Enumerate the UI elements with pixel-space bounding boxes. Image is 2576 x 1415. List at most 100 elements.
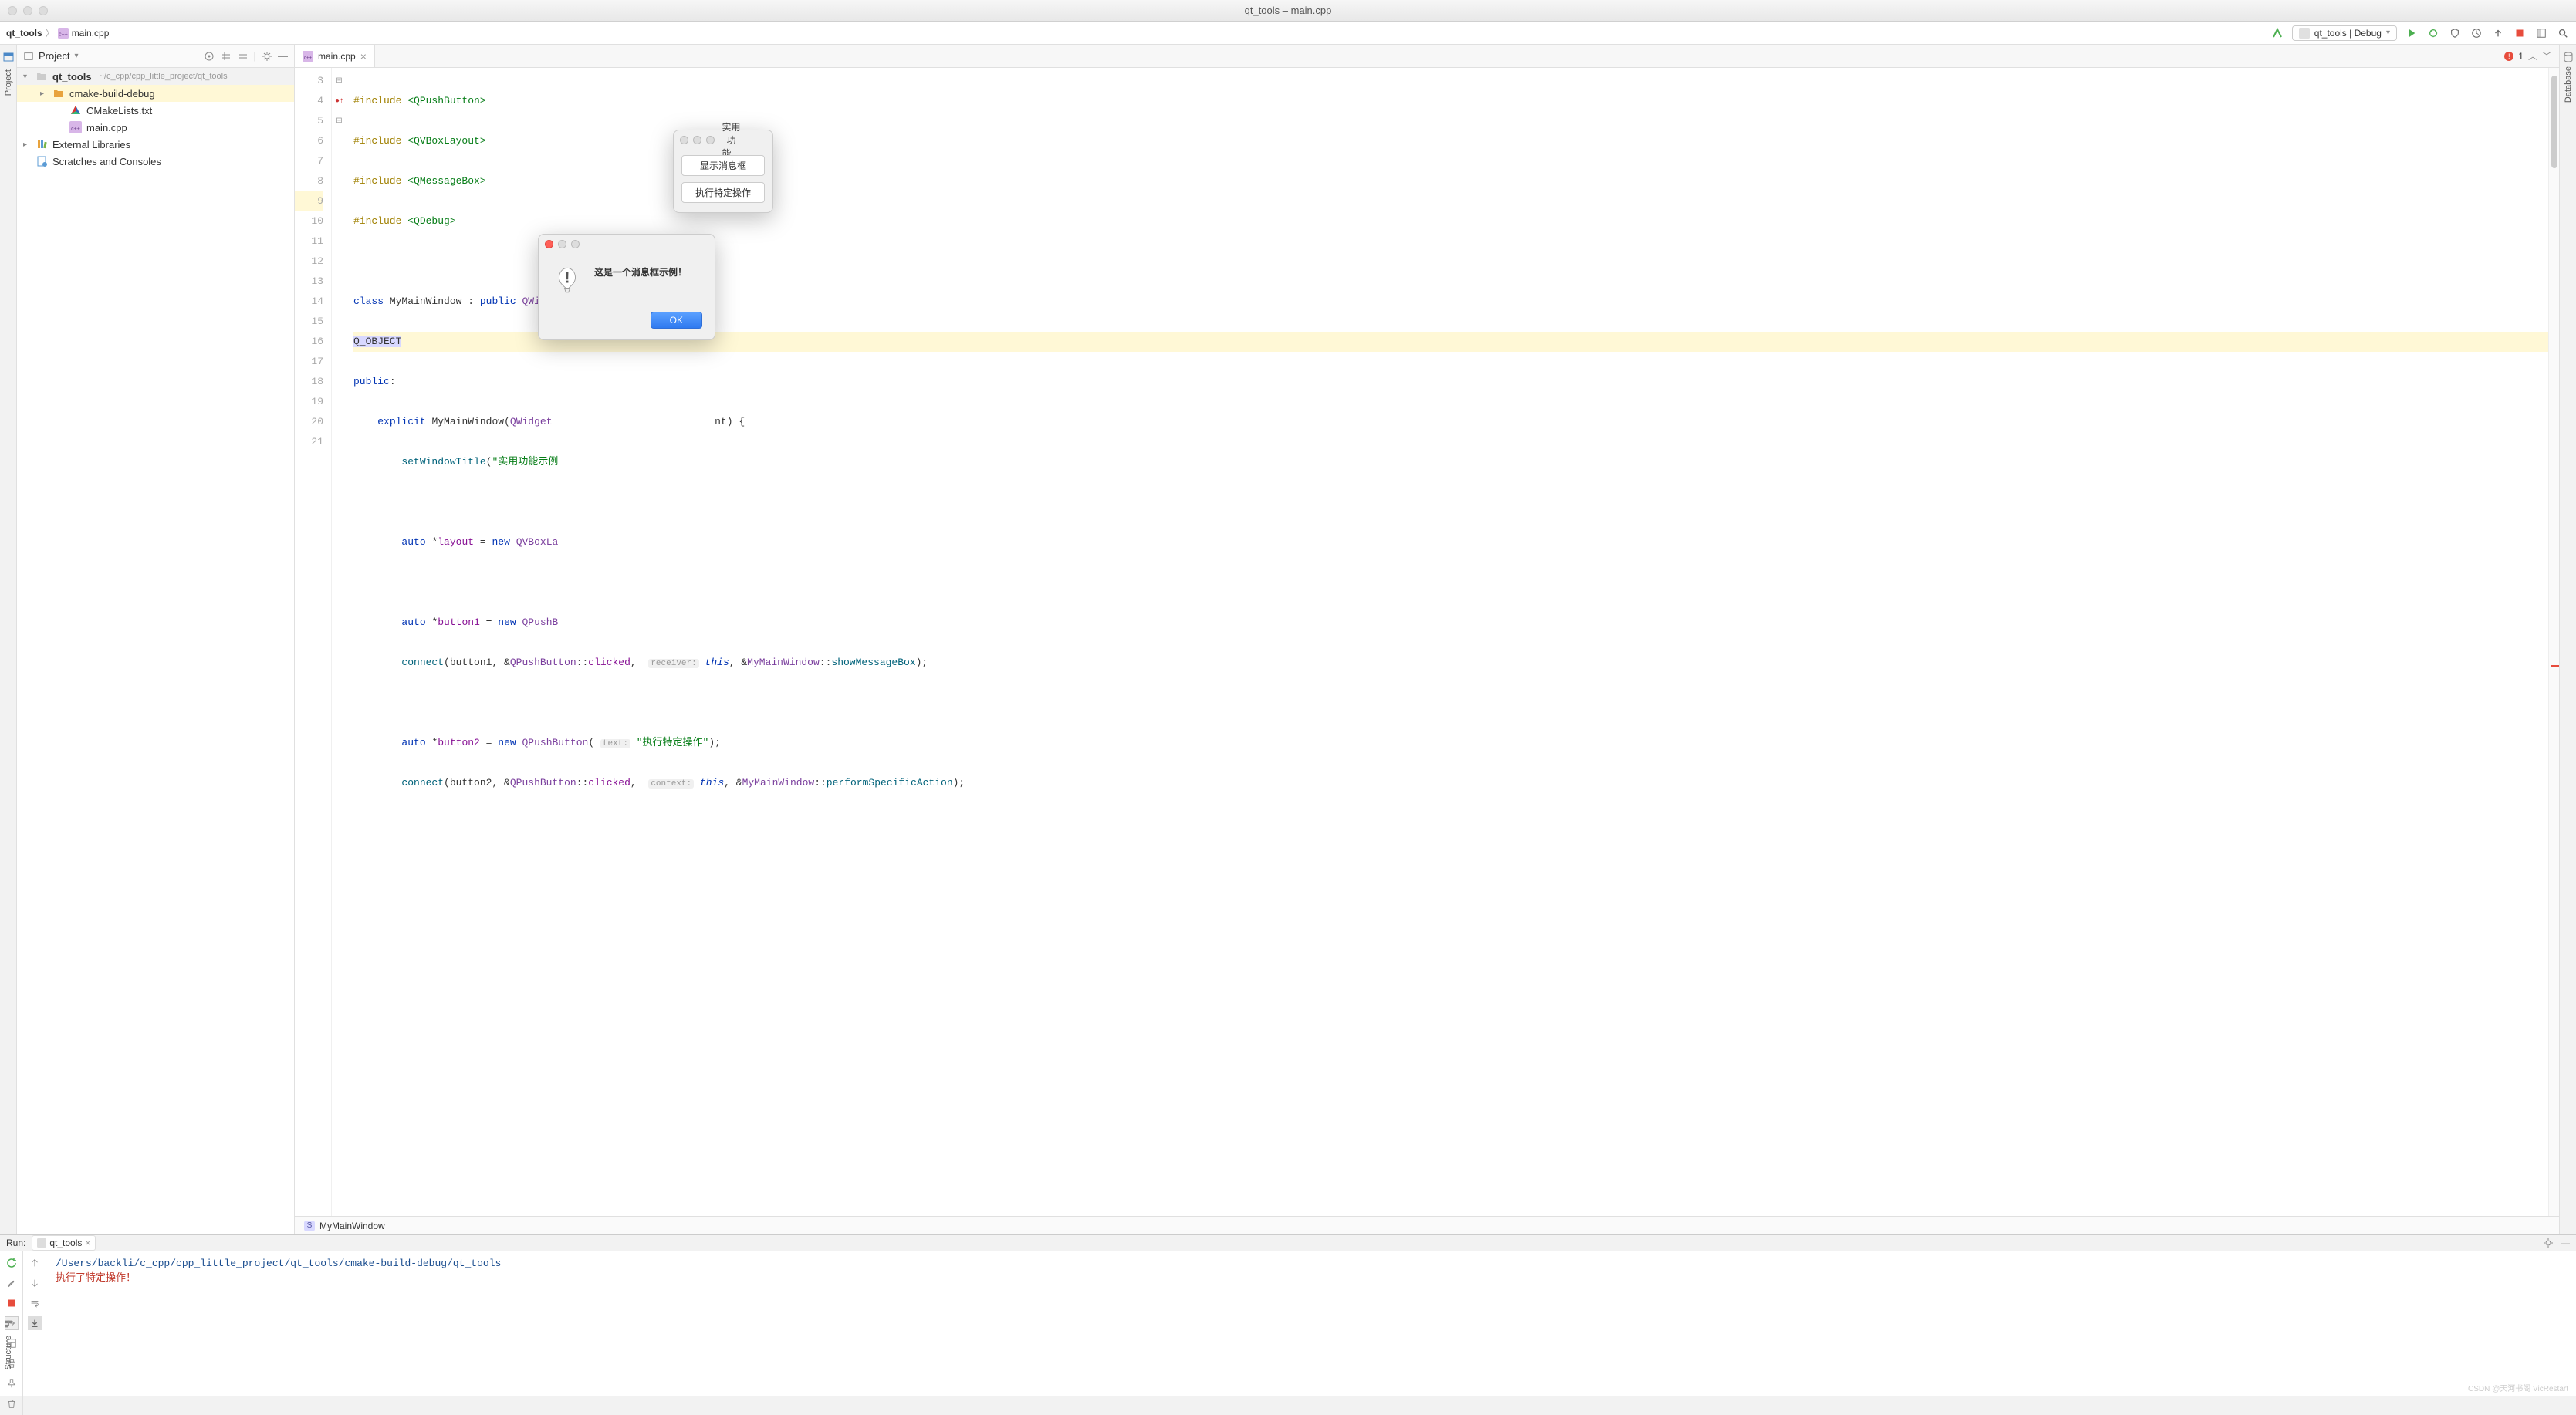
qt-msg-titlebar[interactable] bbox=[539, 235, 715, 253]
run-icon[interactable] bbox=[2405, 26, 2419, 40]
chevron-right-icon: ▸ bbox=[40, 89, 48, 98]
qt-close-icon[interactable] bbox=[545, 240, 553, 248]
tree-item-label: CMakeLists.txt bbox=[86, 105, 152, 117]
wrench-icon[interactable] bbox=[5, 1276, 19, 1290]
gear-icon[interactable] bbox=[2542, 1237, 2554, 1249]
run-tab[interactable]: qt_tools × bbox=[32, 1235, 96, 1251]
error-count: 1 bbox=[2518, 51, 2524, 62]
structure-tool-button[interactable]: Structure bbox=[4, 1332, 13, 1373]
tree-item-cmakelists[interactable]: CMakeLists.txt bbox=[17, 102, 294, 119]
project-tool-icon[interactable] bbox=[2, 51, 15, 63]
qt-message-box[interactable]: ! 这是一个消息框示例！ OK bbox=[538, 234, 715, 340]
expand-all-icon[interactable] bbox=[220, 50, 232, 62]
qt-app-window[interactable]: 实用功能… 显示消息框 执行特定操作 bbox=[673, 130, 773, 213]
run-label: Run: bbox=[6, 1238, 25, 1248]
inspection-indicator[interactable]: ! 1 ︿ ﹀ bbox=[2497, 49, 2559, 62]
editor-body[interactable]: 345678 9 101112131415 161718192021 ⊟ ●↑ … bbox=[295, 68, 2559, 1216]
run-config-label: qt_tools | Debug bbox=[2314, 28, 2382, 39]
rerun-icon[interactable] bbox=[5, 1256, 19, 1270]
show-message-button[interactable]: 显示消息框 bbox=[681, 155, 765, 176]
folder-icon bbox=[52, 87, 65, 100]
qt-app-title: 实用功能… bbox=[719, 120, 743, 160]
scratches-icon bbox=[35, 155, 48, 167]
layout-icon[interactable] bbox=[2534, 26, 2548, 40]
run-console[interactable]: /Users/backli/c_cpp/cpp_little_project/q… bbox=[46, 1251, 2576, 1415]
soft-wrap-icon[interactable] bbox=[28, 1296, 42, 1310]
run-toolbar-secondary bbox=[23, 1251, 46, 1415]
breadcrumb-file[interactable]: main.cpp bbox=[72, 28, 110, 39]
cpp-file-icon: c++ bbox=[58, 28, 69, 39]
qt-min-icon[interactable] bbox=[693, 136, 701, 144]
qt-app-titlebar[interactable]: 实用功能… bbox=[674, 130, 772, 149]
tree-root-name: qt_tools bbox=[52, 71, 92, 83]
gear-icon[interactable] bbox=[261, 50, 273, 62]
breadcrumb: qt_tools 〉 c++ main.cpp bbox=[6, 26, 109, 39]
down-icon[interactable] bbox=[28, 1276, 42, 1290]
stop-icon[interactable] bbox=[2513, 26, 2527, 40]
qt-close-icon[interactable] bbox=[680, 136, 688, 144]
struct-name[interactable]: MyMainWindow bbox=[319, 1221, 385, 1231]
debug-icon[interactable] bbox=[2426, 26, 2440, 40]
tree-external-libraries[interactable]: ▸ External Libraries bbox=[17, 136, 294, 153]
prev-error-icon[interactable]: ︿ bbox=[2528, 49, 2537, 62]
scrollbar-thumb[interactable] bbox=[2551, 76, 2557, 168]
project-tool-button[interactable]: Project bbox=[4, 66, 13, 99]
build-icon[interactable] bbox=[2270, 26, 2284, 40]
traffic-light-max[interactable] bbox=[39, 6, 48, 15]
console-output: 执行了特定操作！ bbox=[56, 1269, 2567, 1284]
traffic-light-close[interactable] bbox=[8, 6, 17, 15]
attach-icon[interactable] bbox=[2491, 26, 2505, 40]
project-view-icon bbox=[23, 51, 34, 62]
project-panel: Project ▾ | — ▾ qt_tools ~/c_cpp/cpp_lit… bbox=[17, 45, 295, 1234]
project-panel-title[interactable]: Project bbox=[39, 50, 69, 62]
tree-item-label: main.cpp bbox=[86, 122, 127, 133]
run-configuration-selector[interactable]: qt_tools | Debug ▾ bbox=[2292, 25, 2397, 41]
up-icon[interactable] bbox=[28, 1256, 42, 1270]
editor-tab-main[interactable]: c++ main.cpp × bbox=[295, 45, 375, 67]
tree-item-label: Scratches and Consoles bbox=[52, 156, 161, 167]
trash-icon[interactable] bbox=[5, 1396, 19, 1410]
editor-scrollbar[interactable] bbox=[2548, 68, 2559, 1216]
ok-button[interactable]: OK bbox=[651, 312, 702, 329]
tree-item-label: cmake-build-debug bbox=[69, 88, 155, 100]
chevron-down-icon: ▾ bbox=[2386, 29, 2390, 37]
error-marker[interactable] bbox=[2551, 665, 2559, 667]
search-icon[interactable] bbox=[2556, 26, 2570, 40]
qt-max-icon[interactable] bbox=[571, 240, 580, 248]
database-tool-icon[interactable] bbox=[2562, 51, 2574, 63]
hide-panel-icon[interactable]: — bbox=[278, 50, 288, 62]
chevron-down-icon[interactable]: ▾ bbox=[74, 52, 78, 60]
cmake-file-icon bbox=[69, 104, 82, 117]
close-tab-icon[interactable]: × bbox=[85, 1238, 90, 1248]
tree-scratches[interactable]: Scratches and Consoles bbox=[17, 153, 294, 170]
tree-item-main-cpp[interactable]: c++ main.cpp bbox=[17, 119, 294, 136]
project-panel-header: Project ▾ | — bbox=[17, 45, 294, 68]
next-error-icon[interactable]: ﹀ bbox=[2542, 49, 2551, 62]
tree-item-build-folder[interactable]: ▸ cmake-build-debug bbox=[17, 85, 294, 102]
coverage-icon[interactable] bbox=[2448, 26, 2462, 40]
perform-action-button[interactable]: 执行特定操作 bbox=[681, 182, 765, 203]
traffic-light-min[interactable] bbox=[23, 6, 32, 15]
scroll-to-end-icon[interactable] bbox=[28, 1316, 42, 1330]
structure-breadcrumb: S MyMainWindow bbox=[295, 1216, 2559, 1234]
close-tab-icon[interactable]: × bbox=[360, 50, 367, 62]
hide-panel-icon[interactable]: — bbox=[2561, 1238, 2570, 1248]
window-title: qt_tools – main.cpp bbox=[0, 5, 2576, 16]
locate-icon[interactable] bbox=[203, 50, 215, 62]
breadcrumb-project[interactable]: qt_tools bbox=[6, 28, 42, 39]
qt-min-icon[interactable] bbox=[558, 240, 566, 248]
pin-icon[interactable] bbox=[5, 1376, 19, 1390]
svg-text:!: ! bbox=[565, 269, 570, 287]
run-config-icon bbox=[37, 1238, 46, 1248]
error-icon: ! bbox=[2504, 52, 2513, 61]
profile-icon[interactable] bbox=[2470, 26, 2483, 40]
qt-max-icon[interactable] bbox=[706, 136, 715, 144]
line-gutter: 345678 9 101112131415 161718192021 bbox=[295, 68, 332, 1216]
stop-icon[interactable] bbox=[5, 1296, 19, 1310]
chevron-down-icon: ▾ bbox=[23, 73, 31, 81]
database-tool-button[interactable]: Database bbox=[2564, 63, 2573, 106]
tree-root[interactable]: ▾ qt_tools ~/c_cpp/cpp_little_project/qt… bbox=[17, 68, 294, 85]
collapse-all-icon[interactable] bbox=[237, 50, 249, 62]
fold-gutter: ⊟ ●↑ ⊟ bbox=[332, 68, 347, 1216]
structure-tool-icon[interactable] bbox=[3, 1319, 14, 1329]
